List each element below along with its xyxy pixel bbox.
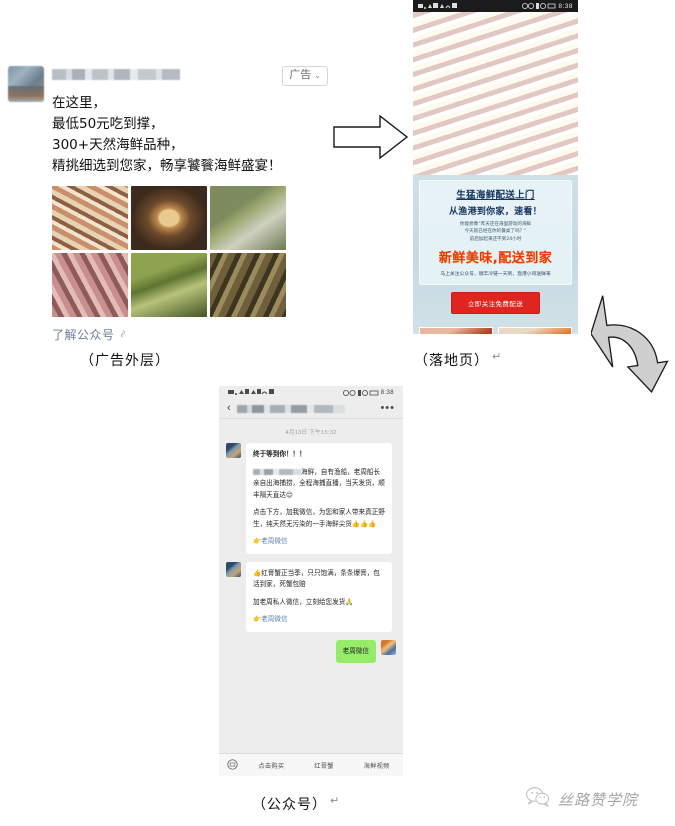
landing-photo-seafood-dish[interactable] [498,327,572,334]
arrow-ad-to-landing [332,113,410,166]
flow-diagram-canvas: 广告 ⌄ 在这里， 最低50元吃到撑， 300+天然海鲜品种， 精挑细选到您家，… [0,0,675,826]
promo-sub-line-2: 今天就已经在你的餐桌了吗？” [464,229,527,235]
msg1-link[interactable]: 👉老周微信 [253,536,385,548]
ad-copy-line-2: 最低50元吃到撑， [52,116,164,133]
ad-thumb-mantis-shrimp[interactable] [52,185,128,250]
link-chain-icon [115,327,131,343]
wechat-icon [525,786,551,813]
official-account-phone-mock: 8:38 ‹ ••• 4月13日 下午15:32 终于等到你！！！ 海鲜，自有渔… [219,386,403,776]
landing-status-bar: 8:38 [413,0,578,12]
msg2-line1: 👍红膏蟹正当季，只只饱满，条条爆膏，包活到家，死蟹包赔 [253,568,380,589]
message-bubble[interactable]: 终于等到你！！！ 海鲜，自有渔船，老周船长亲自出海捕捞，全程海捕直播，当天发货，… [246,443,392,554]
phone-nav-bar: ‹ ••• [219,399,403,419]
menu-item-buy[interactable]: 点击购买 [245,761,298,770]
landing-promo-card: 生猛海鲜配送上门 从渔港到你家，速看！ 你能想像“昨天还在海里游动的海鲜 今天就… [419,180,572,286]
landing-hero-image [413,12,578,175]
chat-message-out-1: 老周微信 [226,639,396,664]
caption-official-account: （公众号） ↵ [252,794,341,813]
chat-message-in-1: 终于等到你！！！ 海鲜，自有渔船，老周船长亲自出海捕捞，全程海捕直播，当天发货，… [226,443,396,554]
menu-item-crab[interactable]: 红膏蟹 [298,761,351,770]
ad-thumb-flounder[interactable] [210,185,286,250]
phone-status-battery-time: 8:38 [342,389,394,397]
ad-outer-card: 广告 ⌄ 在这里， 最低50元吃到撑， 300+天然海鲜品种， 精挑细选到您家，… [8,66,328,344]
ad-image-grid [52,185,328,317]
keyboard-toggle-icon[interactable] [219,758,245,772]
chevron-down-icon: ⌄ [314,70,321,80]
account-avatar[interactable] [226,561,241,577]
phone-status-time: 8:38 [380,389,394,396]
promo-headline-2: 从渔港到你家，速看！ [448,207,542,217]
msg1-line1: 终于等到你！！！ [253,450,306,458]
brand-name-redacted [253,468,301,475]
chat-message-in-2: 👍红膏蟹正当季，只只饱满，条条爆膏，包活到家，死蟹包赔 加老周私人微信，立刻给您… [226,561,396,632]
message-bubble[interactable]: 👍红膏蟹正当季，只只饱满，条条爆膏，包活到家，死蟹包赔 加老周私人微信，立刻给您… [246,561,392,632]
ad-label-dropdown[interactable]: 广告 ⌄ [282,66,328,87]
landing-status-time: 8:38 [558,2,573,10]
ad-thumb-squid[interactable] [52,252,128,317]
ad-thumb-abalone[interactable] [131,185,207,250]
msg1-line3: 点击下方，加我微信，为您和家人带来真正野生，纯天然无污染的一手海鲜尖货👍👍👍 [253,508,385,528]
pilcrow-mark: ↵ [492,350,503,363]
ad-copy-line-1: 在这里， [52,95,106,112]
ad-label-text: 广告 [289,69,312,81]
more-options-icon[interactable]: ••• [380,403,395,413]
advertiser-avatar[interactable] [8,66,44,102]
user-avatar[interactable] [381,639,396,655]
ad-thumb-green-crab[interactable] [131,252,207,317]
ad-copy: 在这里， 最低50元吃到撑， 300+天然海鲜品种， 精挑细选到您家，畅享饕餮海… [52,93,328,177]
follow-free-delivery-button[interactable]: 立即关注免费配送 [450,292,541,315]
message-bubble-outgoing[interactable]: 老周微信 [335,639,377,664]
pilcrow-mark: ↵ [330,794,341,807]
landing-photo-steamed-crab[interactable] [419,327,493,334]
promo-sub-line-3: 前后加起来还不到24小时 [469,236,522,242]
account-avatar[interactable] [226,443,241,458]
ad-header: 广告 ⌄ 在这里， 最低50元吃到撑， 300+天然海鲜品种， 精挑细选到您家，… [8,66,328,177]
advertiser-name-redacted [52,69,180,80]
status-signal-icons [418,2,458,10]
msg1-line2: 海鲜，自有渔船，老周船长亲自出海捕捞，全程海捕直播，当天发货，顺丰隔天直达😊 [253,467,385,499]
msg2-line2: 加老周私人微信，立刻给您发货🙏 [253,597,354,606]
ad-thumb-mud-crab[interactable] [210,252,286,317]
learn-official-account-link[interactable]: 了解公众号 [52,326,128,343]
chat-message-list[interactable]: 4月13日 下午15:32 终于等到你！！！ 海鲜，自有渔船，老周船长亲自出海捕… [219,419,403,749]
watermark: 丝路赞学院 [525,786,638,813]
learn-link-text: 了解公众号 [52,327,115,342]
official-account-bottom-menu: 点击购买 红膏蟹 海鲜视频 [219,753,403,776]
ad-copy-line-3: 300+天然海鲜品种， [52,137,184,154]
ad-name-row: 广告 ⌄ [52,66,328,87]
landing-page-mock: 8:38 生猛海鲜配送上门 从渔港到你家，速看！ 你能想像“昨天还在海里游动的海… [413,0,578,334]
promo-big-slogan: 新鲜美味,配送到家 [438,251,553,267]
caption-ad-outer: （广告外层） [80,353,170,369]
status-battery-time: 8:38 [522,2,573,10]
menu-item-video[interactable]: 海鲜视频 [350,761,403,770]
promo-foot-note: 马上关注公众号，顺丰冷链一天到，渔港小哥送鲜来 [440,272,551,278]
promo-headline-1: 生猛海鲜配送上门 [456,190,535,201]
caption-landing-page: （落地页） ↵ [414,350,503,369]
arrow-landing-to-account [590,282,675,415]
phone-status-signal-icons [228,388,274,398]
back-icon[interactable]: ‹ [227,403,231,414]
phone-status-bar: 8:38 [219,386,403,399]
promo-sub-line-1: 你能想像“昨天还在海里游动的海鲜 [459,222,532,227]
landing-cta-wrap: 立即关注免费配送 [419,292,572,315]
account-title-redacted [236,404,345,413]
ad-copy-line-4: 精挑细选到您家，畅享饕餮海鲜盛宴！ [52,157,282,174]
chat-timestamp: 4月13日 下午15:32 [285,430,337,436]
msg2-link[interactable]: 👉老周微信 [253,614,385,626]
landing-gallery [413,321,578,334]
watermark-text: 丝路赞学院 [558,791,639,809]
landing-promo-section: 生猛海鲜配送上门 从渔港到你家，速看！ 你能想像“昨天还在海里游动的海鲜 今天就… [413,175,578,322]
